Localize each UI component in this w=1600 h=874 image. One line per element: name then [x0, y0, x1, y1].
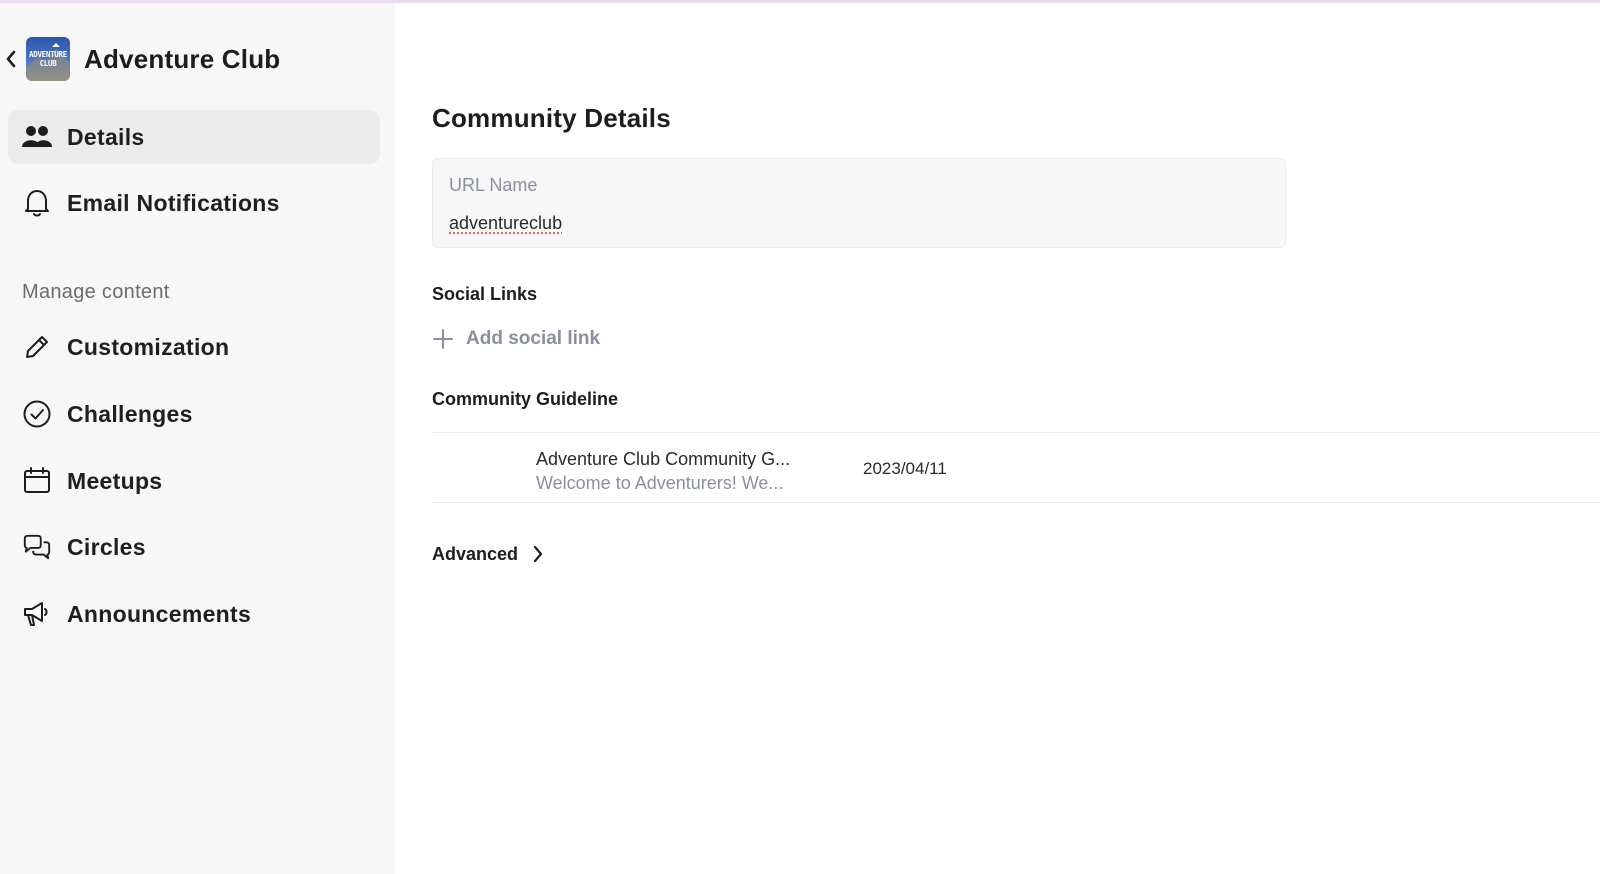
sidebar-item-circles[interactable]: Circles	[8, 520, 380, 574]
sidebar-item-challenges[interactable]: Challenges	[8, 387, 380, 441]
people-icon	[22, 122, 52, 152]
social-links-heading: Social Links	[432, 284, 538, 304]
sidebar-item-announcements[interactable]: Announcements	[8, 587, 380, 641]
back-button[interactable]	[0, 35, 22, 83]
sidebar-item-label: Announcements	[67, 600, 252, 627]
sidebar-item-meetups[interactable]: Meetups	[8, 454, 380, 508]
check-circle-icon	[22, 399, 52, 429]
sidebar-item-email-notifications[interactable]: Email Notifications	[8, 176, 380, 230]
sidebar-item-label: Details	[67, 123, 145, 150]
advanced-label: Advanced	[432, 543, 519, 564]
sidebar-item-label: Circles	[67, 533, 146, 560]
bell-icon	[22, 188, 52, 218]
guideline-description: Welcome to Adventurers! We...	[536, 473, 784, 493]
community-guideline-heading: Community Guideline	[432, 389, 619, 409]
sidebar-item-label: Email Notifications	[67, 189, 280, 216]
chevron-right-icon	[532, 545, 544, 563]
club-header: ADVENTURE CLUB Adventure Club	[0, 35, 280, 83]
sidebar-item-customization[interactable]: Customization	[8, 320, 380, 374]
sidebar-item-label: Challenges	[67, 400, 193, 427]
plus-icon	[433, 329, 453, 349]
url-name-label: URL Name	[449, 175, 538, 195]
guideline-date: 2023/04/11	[863, 459, 947, 478]
url-name-field[interactable]: URL Name adventureclub	[432, 158, 1286, 248]
club-logo-text: ADVENTURE CLUB	[29, 50, 67, 68]
sidebar-item-details[interactable]: Details	[8, 110, 380, 164]
calendar-icon	[22, 466, 52, 496]
section-label-manage-content: Manage content	[22, 281, 170, 303]
advanced-toggle[interactable]: Advanced	[432, 541, 544, 567]
sidebar-item-label: Customization	[67, 333, 230, 360]
add-social-link-button[interactable]: Add social link	[432, 326, 600, 352]
guideline-title: Adventure Club Community G...	[536, 449, 791, 469]
sidebar: ADVENTURE CLUB Adventure Club Details Em…	[0, 3, 395, 874]
url-name-value[interactable]: adventureclub	[449, 213, 562, 234]
add-social-link-label: Add social link	[466, 328, 601, 349]
main-content: Community Details URL Name adventureclub…	[395, 3, 1600, 874]
page-title: Community Details	[432, 103, 671, 133]
megaphone-icon	[22, 599, 52, 629]
club-name: Adventure Club	[84, 43, 281, 74]
chat-bubbles-icon	[22, 532, 52, 562]
pencil-icon	[22, 332, 52, 362]
sidebar-item-label: Meetups	[67, 467, 163, 494]
club-logo: ADVENTURE CLUB	[26, 37, 70, 81]
chevron-left-icon	[6, 50, 16, 68]
guideline-row[interactable]: Adventure Club Community G... Welcome to…	[432, 432, 1600, 503]
